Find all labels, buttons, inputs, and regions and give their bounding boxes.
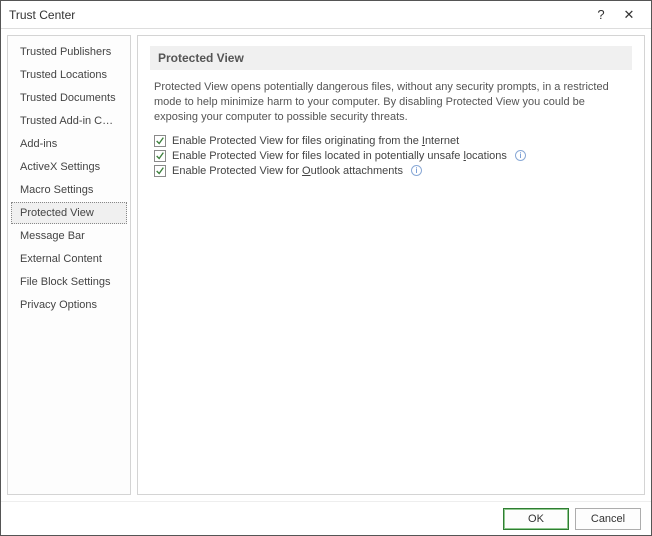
option-checkbox-1[interactable] [154, 150, 166, 162]
help-button[interactable]: ? [587, 1, 615, 29]
section-description: Protected View opens potentially dangero… [154, 80, 628, 125]
option-row-1: Enable Protected View for files located … [154, 150, 628, 162]
dialog-body: Trusted PublishersTrusted LocationsTrust… [1, 29, 651, 501]
option-label-2[interactable]: Enable Protected View for Outlook attach… [172, 165, 403, 177]
section-header: Protected View [150, 46, 632, 70]
sidebar-item-add-ins[interactable]: Add-ins [11, 133, 127, 155]
options-group: Enable Protected View for files originat… [150, 135, 632, 177]
sidebar-item-trusted-locations[interactable]: Trusted Locations [11, 64, 127, 86]
sidebar: Trusted PublishersTrusted LocationsTrust… [7, 35, 131, 495]
sidebar-item-file-block-settings[interactable]: File Block Settings [11, 271, 127, 293]
sidebar-item-trusted-publishers[interactable]: Trusted Publishers [11, 41, 127, 63]
info-icon[interactable]: i [411, 165, 422, 176]
sidebar-item-privacy-options[interactable]: Privacy Options [11, 294, 127, 316]
sidebar-item-external-content[interactable]: External Content [11, 248, 127, 270]
option-row-0: Enable Protected View for files originat… [154, 135, 628, 147]
trust-center-window: Trust Center ? ✕ Trusted PublishersTrust… [0, 0, 652, 536]
sidebar-item-macro-settings[interactable]: Macro Settings [11, 179, 127, 201]
content-pane: Protected View Protected View opens pote… [137, 35, 645, 495]
sidebar-item-activex-settings[interactable]: ActiveX Settings [11, 156, 127, 178]
cancel-button[interactable]: Cancel [575, 508, 641, 530]
close-icon: ✕ [624, 7, 635, 23]
option-label-1[interactable]: Enable Protected View for files located … [172, 150, 507, 162]
sidebar-item-trusted-documents[interactable]: Trusted Documents [11, 87, 127, 109]
titlebar: Trust Center ? ✕ [1, 1, 651, 29]
option-checkbox-2[interactable] [154, 165, 166, 177]
footer: OK Cancel [1, 501, 651, 535]
help-icon: ? [597, 7, 604, 22]
window-title: Trust Center [9, 8, 587, 22]
option-checkbox-0[interactable] [154, 135, 166, 147]
info-icon[interactable]: i [515, 150, 526, 161]
ok-button[interactable]: OK [503, 508, 569, 530]
sidebar-item-trusted-add-in-catalogs[interactable]: Trusted Add-in Catalogs [11, 110, 127, 132]
close-button[interactable]: ✕ [615, 1, 643, 29]
option-label-0[interactable]: Enable Protected View for files originat… [172, 135, 459, 147]
sidebar-item-protected-view[interactable]: Protected View [11, 202, 127, 224]
sidebar-item-message-bar[interactable]: Message Bar [11, 225, 127, 247]
option-row-2: Enable Protected View for Outlook attach… [154, 165, 628, 177]
